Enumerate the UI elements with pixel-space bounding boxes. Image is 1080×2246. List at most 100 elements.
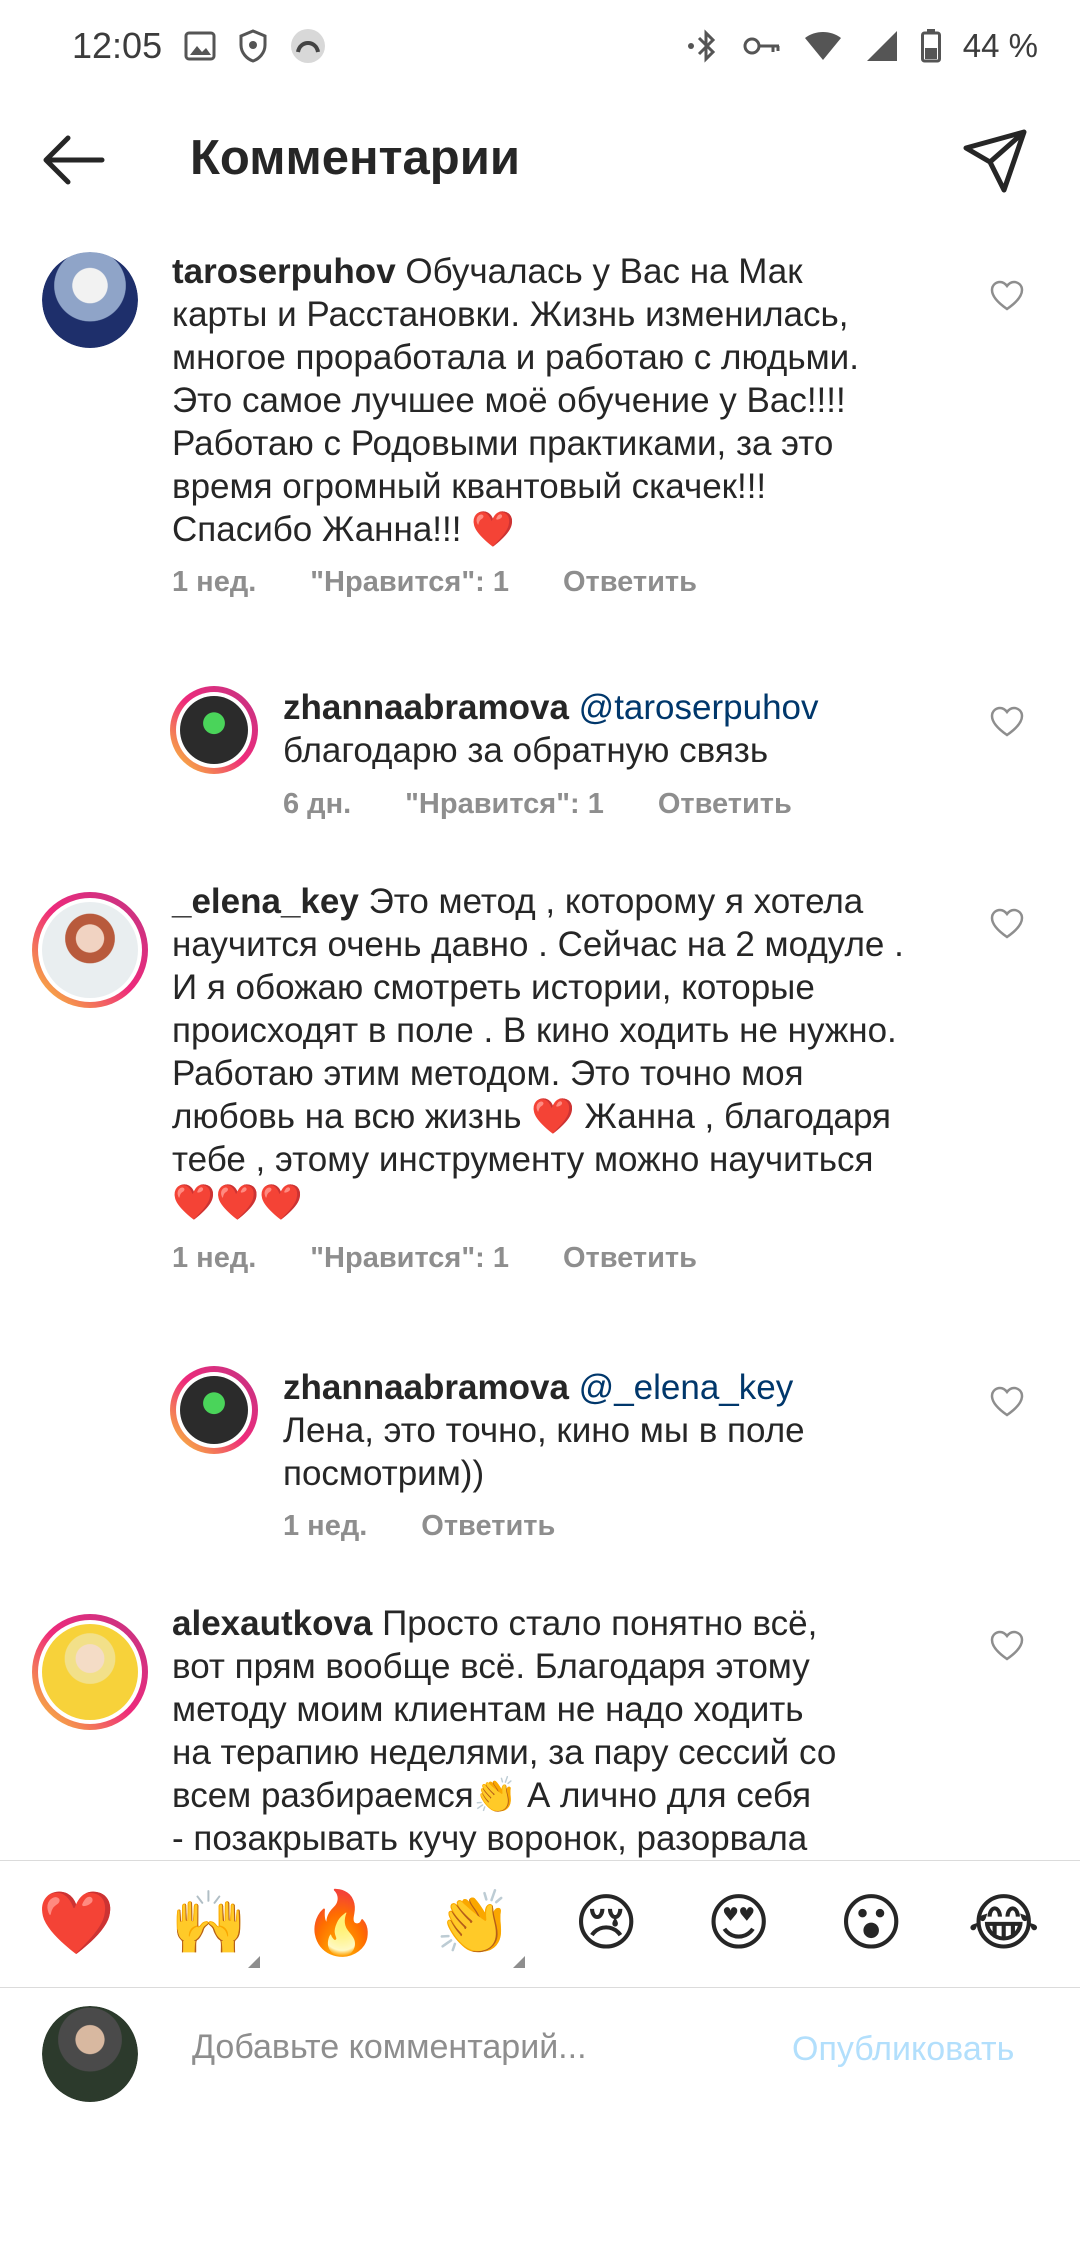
comment-line: время огромный квантовый скачек!!! [172, 467, 767, 506]
avatar[interactable] [170, 1366, 258, 1454]
comment-text: alexautkova Просто стало понятно всё, во… [172, 1602, 972, 1860]
key-icon [743, 37, 780, 55]
signal-icon [866, 31, 897, 61]
skin-tone-indicator-icon [247, 1956, 260, 1968]
reply-item: zhannaabramova @_elena_key Лена, это точ… [0, 1330, 1080, 1550]
comment-composer: Опубликовать [0, 1988, 1080, 2128]
comment-username[interactable]: _elena_key [172, 882, 359, 921]
comment-line: происходят в поле . В кино ходить не нуж… [172, 1011, 897, 1050]
page-title: Комментарии [190, 131, 520, 185]
comment-line: тебе , этому инструменту можно научиться [172, 1140, 874, 1179]
comment-line: посмотрим)) [283, 1454, 485, 1493]
comment-line: Работаю этим методом. Это точно моя [172, 1054, 804, 1093]
emoji-clapping[interactable]: 👏 [429, 1884, 525, 1968]
comment-item: alexautkova Просто стало понятно всё, во… [0, 1590, 1080, 1860]
comment-text: zhannaabramova @_elena_key Лена, это точ… [283, 1366, 963, 1495]
emoji-crying[interactable]: 😢 [561, 1884, 651, 1964]
reply-button[interactable]: Ответить [563, 1242, 697, 1275]
comment-line: Работаю с Родовыми практиками, за это [172, 424, 834, 463]
comment-likes[interactable]: "Нравится": 1 [405, 788, 604, 821]
comment-line: всем разбираемся👏 А лично для себя [172, 1776, 812, 1815]
comment-line: ❤️❤️❤️ [172, 1183, 303, 1222]
app-notification-icon [291, 29, 326, 63]
emoji-clapping-glyph: 👏 [435, 1889, 513, 1958]
comment-username[interactable]: zhannaabramova [283, 688, 569, 727]
emoji-surprised[interactable]: 😮 [826, 1884, 916, 1964]
status-left: 12:05 [72, 25, 326, 67]
comment-line: Просто стало понятно всё, [382, 1604, 818, 1643]
comment-likes[interactable]: "Нравится": 1 [310, 566, 509, 599]
avatar[interactable] [170, 686, 258, 774]
comment-line: многое проработала и работаю с людьми. [172, 338, 859, 377]
reply-button[interactable]: Ответить [563, 566, 697, 599]
heart-outline-icon[interactable] [990, 280, 1024, 312]
comment-list[interactable]: taroserpuhov Обучалась у Вас на Мак карт… [0, 230, 1080, 1860]
reply-item: zhannaabramova @taroserpuhov благодарю з… [0, 650, 1080, 850]
emoji-quick-reactions: ❤️ 🙌 🔥 👏 😢 😍 😮 😂 [0, 1860, 1080, 1988]
gallery-icon [184, 31, 216, 61]
comment-meta: 1 нед. "Нравится": 1 Ответить [172, 1242, 697, 1275]
header: Комментарии [0, 110, 1080, 210]
heart-outline-icon[interactable] [990, 1630, 1024, 1662]
comment-text: taroserpuhov Обучалась у Вас на Мак карт… [172, 250, 962, 551]
comment-line: благодарю за обратную связь [283, 731, 769, 770]
comment-mention[interactable]: @taroserpuhov [579, 688, 819, 727]
comment-meta: 6 дн. "Нравится": 1 Ответить [283, 788, 792, 821]
comment-time: 1 нед. [283, 1510, 368, 1542]
comment-meta: 1 нед. Ответить [283, 1510, 555, 1543]
comment-line: вот прям вообще всё. Благодаря этому [172, 1647, 810, 1686]
comment-input[interactable] [190, 2016, 754, 2078]
comment-time: 1 нед. [172, 1242, 257, 1274]
heart-outline-icon[interactable] [990, 706, 1024, 738]
emoji-laughing[interactable]: 😂 [959, 1884, 1049, 1964]
comment-mention[interactable]: @_elena_key [579, 1368, 794, 1407]
comment-likes[interactable]: "Нравится": 1 [310, 1242, 509, 1275]
avatar[interactable] [42, 252, 138, 348]
comment-username[interactable]: taroserpuhov [172, 252, 396, 291]
current-user-avatar [42, 2006, 138, 2102]
avatar[interactable] [32, 892, 148, 1008]
publish-button[interactable]: Опубликовать [792, 2030, 1014, 2069]
emoji-raising-hands-glyph: 🙌 [170, 1889, 248, 1958]
comment-line: методу моим клиентам не надо ходить [172, 1690, 804, 1729]
emoji-raising-hands[interactable]: 🙌 [164, 1884, 260, 1968]
status-bar: 12:05 44 % [0, 0, 1080, 92]
comment-line: Это метод , которому я хотела [368, 882, 864, 921]
emoji-fire[interactable]: 🔥 [296, 1884, 386, 1964]
battery-icon [920, 29, 941, 63]
comment-line: научится очень давно . Сейчас на 2 модул… [172, 925, 904, 964]
emoji-heart-eyes[interactable]: 😍 [694, 1884, 784, 1964]
comment-text: _elena_key Это метод , которому я хотела… [172, 880, 972, 1224]
comment-line: И я обожаю смотреть истории, которые [172, 968, 815, 1007]
emoji-heart[interactable]: ❤️ [31, 1884, 121, 1964]
heart-outline-icon[interactable] [990, 908, 1024, 940]
comment-username[interactable]: alexautkova [172, 1604, 372, 1643]
avatar[interactable] [32, 1614, 148, 1730]
wifi-icon [804, 32, 841, 60]
direct-send-icon[interactable] [962, 128, 1028, 194]
comment-item: taroserpuhov Обучалась у Вас на Мак карт… [0, 230, 1080, 620]
comment-item: _elena_key Это метод , которому я хотела… [0, 870, 1080, 1300]
heart-outline-icon[interactable] [990, 1386, 1024, 1418]
skin-tone-indicator-icon [512, 1956, 525, 1968]
comment-line: Обучалась у Вас на Мак [405, 252, 803, 291]
reply-button[interactable]: Ответить [658, 788, 792, 821]
comment-line: карты и Расстановки. Жизнь изменилась, [172, 295, 849, 334]
comment-text: zhannaabramova @taroserpuhov благодарю з… [283, 686, 963, 772]
comment-username[interactable]: zhannaabramova [283, 1368, 569, 1407]
reply-button[interactable]: Ответить [421, 1510, 555, 1543]
comment-line: любовь на всю жизнь ❤️ Жанна , благодаря [172, 1097, 891, 1136]
bluetooth-icon [687, 29, 715, 63]
comment-time: 1 нед. [172, 566, 257, 598]
comment-line: Это самое лучшее моё обучение у Вас!!!! [172, 381, 846, 420]
comment-line: Лена, это точно, кино мы в поле [283, 1411, 805, 1450]
comment-time: 6 дн. [283, 788, 352, 820]
comment-line: - позакрывать кучу воронок, разорвала [172, 1819, 808, 1858]
shield-icon [239, 29, 267, 63]
status-right: 44 % [687, 27, 1038, 65]
comment-meta: 1 нед. "Нравится": 1 Ответить [172, 566, 697, 599]
battery-percentage: 44 % [962, 27, 1038, 64]
status-time: 12:05 [72, 25, 163, 66]
comment-line: Спасибо Жанна!!! ❤️ [172, 510, 515, 549]
back-arrow-icon[interactable] [40, 132, 106, 188]
